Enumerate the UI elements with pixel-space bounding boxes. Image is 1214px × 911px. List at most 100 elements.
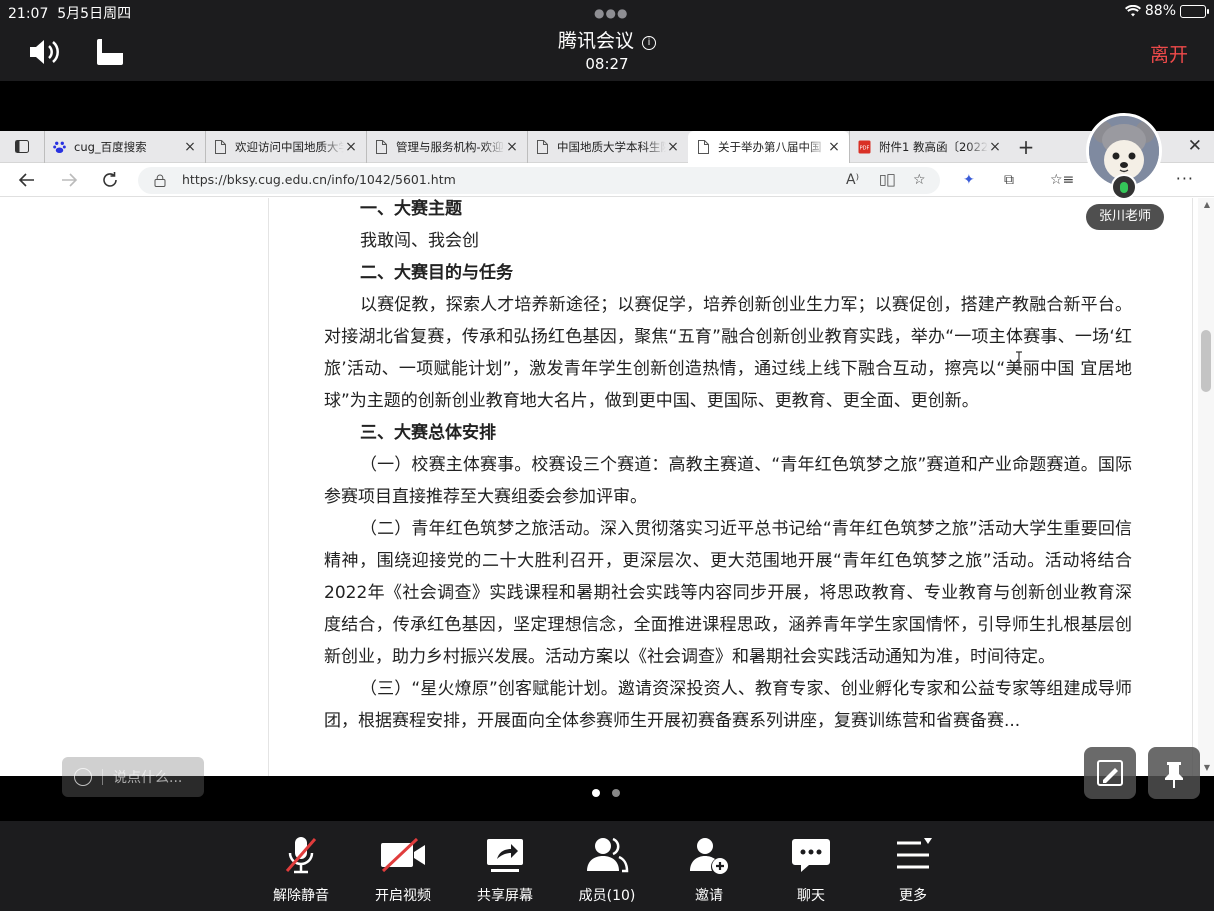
scroll-down-icon[interactable]: ▼ — [1204, 763, 1210, 772]
back-icon[interactable] — [18, 171, 36, 189]
more-button[interactable]: 更多 — [871, 835, 955, 905]
paragraph: （一）校赛主体赛事。校赛设三个赛道：高教主赛道、“青年红色筑梦之旅”赛道和产业命… — [324, 455, 1132, 507]
read-aloud-icon[interactable]: A⁾ — [846, 172, 859, 188]
chat-icon — [792, 839, 830, 872]
control-label: 邀请 — [695, 888, 723, 904]
close-tab-icon[interactable]: × — [666, 139, 680, 155]
status-time: 21:07 5月5日周四 — [8, 6, 132, 22]
wifi-icon — [1124, 5, 1141, 17]
chat-quick-input[interactable]: 说点什么... — [62, 757, 204, 797]
meeting-title[interactable]: 腾讯会议 i — [0, 26, 1214, 53]
close-tab-icon[interactable]: × — [183, 139, 197, 155]
members-icon — [587, 837, 629, 873]
extensions-puzzle-icon[interactable]: ⧉ — [1004, 172, 1014, 188]
shared-screen: cug_百度搜索 × 欢迎访问中国地质大学 × 管理与服务机构-欢迎访问 × 中… — [0, 131, 1214, 776]
participant-name: 张川老师 — [1086, 204, 1164, 230]
refresh-icon[interactable] — [101, 171, 119, 189]
close-window-icon[interactable]: ✕ — [1188, 136, 1202, 156]
add-favorite-icon[interactable]: ☆ — [913, 172, 926, 188]
emoji-icon[interactable] — [74, 768, 92, 786]
divider — [102, 769, 103, 785]
tab-actions-button[interactable] — [0, 131, 44, 163]
scrollbar[interactable]: ▲ ▼ — [1198, 198, 1214, 776]
page-dot-active[interactable] — [592, 789, 600, 797]
tab-actions-icon — [15, 140, 29, 153]
tab-title: cug_百度搜索 — [74, 139, 147, 154]
scroll-thumb[interactable] — [1201, 330, 1211, 392]
page-divider — [268, 198, 269, 776]
pin-icon — [1165, 762, 1183, 788]
close-tab-icon[interactable]: × — [827, 139, 841, 155]
multitasking-dots-icon[interactable]: ●●● — [594, 6, 628, 20]
tab-title: 关于举办第八届中国 — [718, 139, 822, 154]
address-bar[interactable]: https://bksy.cug.edu.cn/info/1042/5601.h… — [138, 167, 940, 194]
extension-icon[interactable]: ✦ — [963, 172, 975, 188]
section-heading: 三、大赛总体安排 — [360, 423, 496, 443]
close-tab-icon[interactable]: × — [505, 139, 519, 155]
svg-text:PDF: PDF — [860, 145, 870, 151]
browser-tab-active[interactable]: 关于举办第八届中国 × — [688, 131, 849, 163]
chat-placeholder: 说点什么... — [113, 770, 183, 786]
page-icon — [537, 139, 548, 154]
control-bar: 解除静音 开启视频 共享屏幕 成员(10) 邀请 聊天 更多 — [0, 821, 1214, 911]
more-icon — [897, 838, 932, 869]
page-icon — [698, 139, 709, 154]
new-tab-icon[interactable]: + — [1010, 135, 1042, 159]
section-heading: 二、大赛目的与任务 — [360, 263, 513, 283]
invite-icon — [690, 838, 728, 874]
meeting-timer: 08:27 — [585, 55, 629, 73]
close-tab-icon[interactable]: × — [988, 139, 1002, 155]
browser-tab[interactable]: 管理与服务机构-欢迎访问 × — [366, 131, 527, 163]
scroll-up-icon[interactable]: ▲ — [1204, 200, 1210, 209]
status-date: 5月5日周四 — [57, 6, 132, 22]
article-body: 一、大赛主题 我敢闯、我会创 二、大赛目的与任务 以赛促教，探索人才培养新途径；… — [324, 193, 1132, 737]
meeting-header: 21:07 5月5日周四 ●●● 88% 腾讯会议 i 08:27 离开 — [0, 0, 1214, 81]
page-icon — [376, 139, 387, 154]
page-dot[interactable] — [612, 789, 620, 797]
lock-icon[interactable] — [154, 174, 166, 187]
baidu-icon — [53, 141, 66, 153]
control-label: 成员(10) — [578, 888, 636, 904]
mic-muted-icon — [285, 837, 317, 874]
browser-toolbar: https://bksy.cug.edu.cn/info/1042/5601.h… — [0, 163, 1214, 197]
mic-active-icon — [1111, 174, 1137, 200]
control-label: 解除静音 — [273, 888, 329, 904]
invite-button[interactable]: 邀请 — [667, 835, 751, 905]
browser-tab[interactable]: 中国地质大学本科生院 × — [527, 131, 688, 163]
members-button[interactable]: 成员(10) — [565, 835, 649, 905]
page-divider — [1192, 198, 1193, 776]
browser-tab[interactable]: cug_百度搜索 × — [44, 131, 205, 163]
tab-title: 管理与服务机构-欢迎访问 — [396, 139, 505, 154]
share-screen-button[interactable]: 共享屏幕 — [463, 835, 547, 905]
share-screen-icon — [487, 839, 523, 872]
leave-button[interactable]: 离开 — [1150, 40, 1188, 67]
browser-tab[interactable]: PDF 附件1 教高函〔2022〕 × — [849, 131, 1010, 163]
chat-button[interactable]: 聊天 — [769, 835, 853, 905]
info-icon[interactable]: i — [642, 36, 656, 50]
annotate-icon — [1097, 760, 1123, 786]
favorites-icon[interactable]: ☆≡ — [1050, 172, 1074, 188]
video-off-icon — [381, 837, 425, 873]
unmute-button[interactable]: 解除静音 — [259, 835, 343, 905]
tab-title: 附件1 教高函〔2022〕 — [879, 139, 988, 154]
tab-title: 欢迎访问中国地质大学 — [235, 139, 344, 154]
more-options-icon[interactable]: ··· — [1176, 169, 1194, 188]
close-tab-icon[interactable]: × — [344, 139, 358, 155]
annotate-button[interactable] — [1084, 747, 1136, 799]
status-right: 88% — [1124, 3, 1209, 19]
pin-button[interactable] — [1148, 747, 1200, 799]
battery-percent: 88% — [1144, 3, 1176, 19]
forward-icon[interactable] — [60, 171, 78, 189]
url-text[interactable]: https://bksy.cug.edu.cn/info/1042/5601.h… — [182, 172, 456, 187]
tab-title: 中国地质大学本科生院 — [557, 139, 666, 154]
start-video-button[interactable]: 开启视频 — [361, 835, 445, 905]
page-icon — [215, 139, 226, 154]
pdf-icon: PDF — [858, 140, 871, 153]
control-label: 开启视频 — [375, 888, 431, 904]
control-label: 聊天 — [797, 888, 825, 904]
paragraph: 我敢闯、我会创 — [360, 231, 479, 251]
browser-tab[interactable]: 欢迎访问中国地质大学 × — [205, 131, 366, 163]
page-indicator[interactable] — [592, 789, 620, 797]
paragraph: （二）青年红色筑梦之旅活动。深入贯彻落实习近平总书记给“青年红色筑梦之旅”活动大… — [324, 519, 1132, 667]
immersive-reader-icon[interactable]: ▯⃞ — [879, 172, 895, 188]
